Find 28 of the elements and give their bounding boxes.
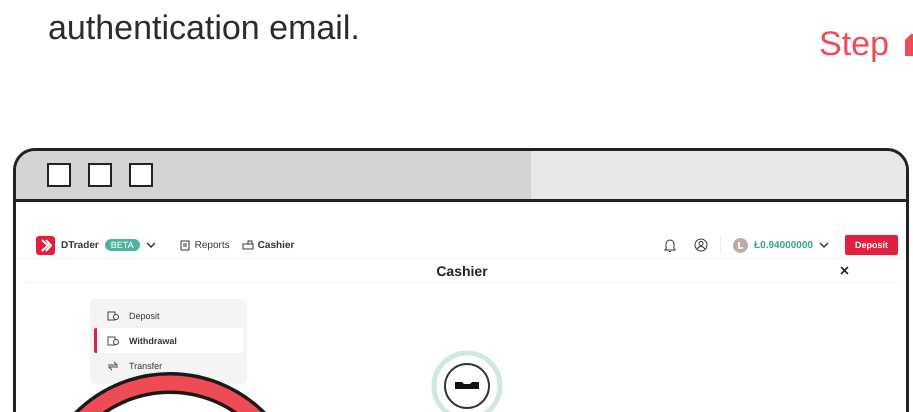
- intro-text: authentication email.: [48, 8, 360, 49]
- wallet-icon: [107, 310, 119, 321]
- close-icon[interactable]: [840, 266, 849, 275]
- cashier-menu-item[interactable]: Withdrawal: [94, 328, 243, 353]
- coin-icon: [733, 238, 748, 252]
- arrows-icon: [107, 360, 119, 370]
- beta-badge: BETA: [104, 239, 140, 251]
- bell-icon[interactable]: [664, 238, 676, 252]
- nav-link[interactable]: Reports: [194, 240, 230, 250]
- window-button[interactable]: [47, 163, 71, 187]
- nav-link[interactable]: Cashier: [258, 240, 294, 250]
- chevron-down-icon[interactable]: [146, 241, 156, 249]
- cashier-title: Cashier: [436, 262, 488, 278]
- window-button[interactable]: [129, 163, 153, 187]
- wallet-badge-icon: [431, 350, 503, 412]
- cash-register-icon: [242, 240, 254, 250]
- brand-name: DTrader: [61, 240, 99, 250]
- chevron-down-icon[interactable]: [818, 241, 829, 249]
- user-icon[interactable]: [694, 238, 708, 252]
- window-button[interactable]: [88, 163, 112, 187]
- document-icon: [180, 240, 191, 250]
- step-label: Step: [819, 24, 889, 65]
- cashier-menu-item[interactable]: Transfer: [94, 353, 243, 378]
- marker-icon: [905, 34, 913, 56]
- deposit-button[interactable]: Deposit: [844, 235, 898, 255]
- wallet-icon: [107, 335, 119, 346]
- logo-icon[interactable]: [36, 236, 55, 254]
- cashier-menu-item[interactable]: Deposit: [94, 303, 243, 328]
